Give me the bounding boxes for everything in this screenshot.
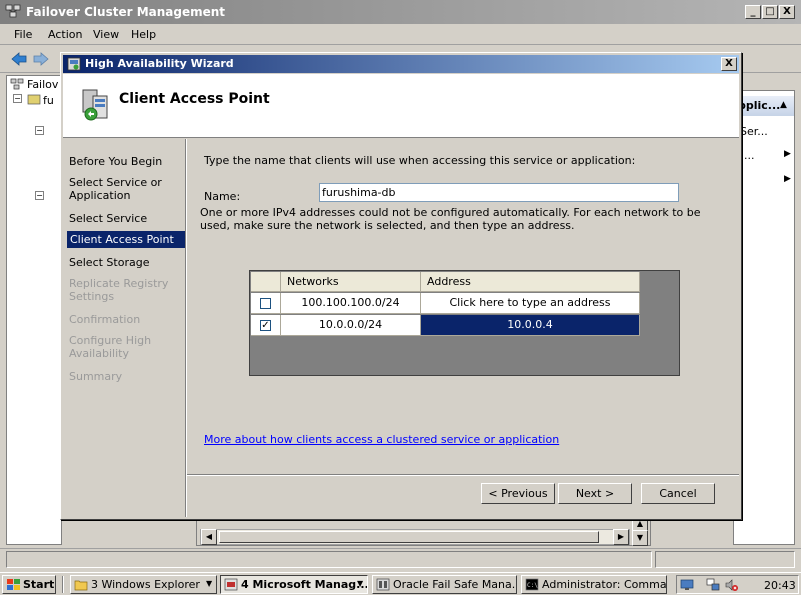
start-button[interactable]: Start bbox=[2, 575, 56, 594]
ipv4-note: One or more IPv4 addresses could not be … bbox=[200, 206, 701, 232]
scrollbar-thumb[interactable] bbox=[219, 531, 599, 543]
task-windows-explorer[interactable]: 3 Windows Explorer ▼ bbox=[70, 575, 217, 594]
start-label: Start bbox=[23, 578, 55, 591]
step-select-service-or-application[interactable]: Select Service or Application bbox=[69, 176, 181, 202]
cluster-node-icon bbox=[27, 94, 41, 105]
main-window-title: Failover Cluster Management bbox=[26, 5, 226, 19]
name-instruction: Type the name that clients will use when… bbox=[204, 154, 636, 167]
chevron-down-icon: ▼ bbox=[357, 579, 364, 588]
taskbar: Start 3 Windows Explorer ▼ 4 Microsoft M… bbox=[0, 572, 801, 595]
status-cell bbox=[6, 551, 652, 568]
system-tray: 20:43 bbox=[676, 575, 799, 594]
networks-table[interactable]: Networks Address 100.100.100.0/24 Click … bbox=[249, 270, 680, 376]
step-replicate-registry-settings: Replicate Registry Settings bbox=[69, 277, 169, 303]
wizard-title-bar[interactable]: High Availability Wizard X bbox=[63, 55, 739, 73]
more-info-link[interactable]: More about how clients access a clustere… bbox=[204, 433, 559, 446]
windows-logo-icon bbox=[7, 579, 20, 590]
table-header-networks[interactable]: Networks bbox=[281, 272, 421, 292]
cluster-tree-icon bbox=[10, 78, 24, 90]
menu-action[interactable]: Action bbox=[48, 28, 82, 41]
table-cell-address[interactable]: 10.0.0.4 bbox=[421, 315, 640, 336]
command-prompt-icon: C:\ bbox=[525, 578, 539, 591]
cluster-app-icon bbox=[5, 4, 21, 18]
status-bar bbox=[0, 548, 801, 570]
taskbar-divider bbox=[62, 576, 64, 593]
monitor-icon[interactable] bbox=[680, 578, 694, 592]
tree-collapse-icon[interactable]: − bbox=[35, 126, 44, 135]
task-label: Administrator: Comma... bbox=[542, 578, 667, 591]
horizontal-scrollbar[interactable]: ◀ ▶ bbox=[200, 529, 630, 545]
button-divider bbox=[187, 475, 739, 476]
wizard-title-icon bbox=[67, 57, 81, 71]
next-button[interactable]: Next > bbox=[558, 483, 632, 504]
volume-muted-icon[interactable] bbox=[724, 578, 738, 592]
task-label: 4 Microsoft Manag... bbox=[241, 578, 368, 591]
scroll-left-icon[interactable]: ◀ bbox=[201, 529, 217, 545]
status-cell bbox=[655, 551, 795, 568]
maximize-button[interactable]: □ bbox=[762, 5, 778, 19]
minimize-button[interactable]: _ bbox=[745, 5, 761, 19]
wizard-dialog: High Availability Wizard X Client Access… bbox=[60, 52, 742, 520]
cancel-button[interactable]: Cancel bbox=[641, 483, 715, 504]
tree-item-cluster[interactable]: fu bbox=[43, 94, 54, 107]
tree-collapse-icon[interactable]: − bbox=[35, 191, 44, 200]
name-label: Name: bbox=[204, 190, 241, 203]
network-checkbox[interactable] bbox=[260, 298, 271, 309]
table-header-address[interactable]: Address bbox=[421, 272, 640, 292]
menu-bar: File Action View Help bbox=[0, 24, 801, 45]
step-select-storage[interactable]: Select Storage bbox=[69, 256, 181, 269]
previous-button[interactable]: < Previous bbox=[481, 483, 555, 504]
folder-icon bbox=[74, 580, 88, 591]
step-configure-high-availability: Configure High Availability bbox=[69, 334, 152, 360]
clock[interactable]: 20:43 bbox=[764, 579, 796, 592]
submenu-arrow-icon: ▶ bbox=[784, 149, 791, 159]
step-confirmation: Confirmation bbox=[69, 313, 141, 326]
task-oracle-fail-safe[interactable]: Oracle Fail Safe Mana... bbox=[372, 575, 517, 594]
menu-view[interactable]: View bbox=[93, 28, 119, 41]
actions-collapse-icon[interactable]: ▲ bbox=[780, 100, 787, 110]
table-cell-network[interactable]: 10.0.0.0/24 bbox=[281, 315, 421, 336]
close-button[interactable]: X bbox=[779, 5, 795, 19]
step-before-you-begin[interactable]: Before You Begin bbox=[69, 155, 181, 168]
chevron-down-icon: ▼ bbox=[206, 579, 213, 588]
menu-help[interactable]: Help bbox=[131, 28, 156, 41]
task-microsoft-management[interactable]: 4 Microsoft Manag... ▼ bbox=[220, 575, 368, 594]
tree-item-root[interactable]: Failov bbox=[27, 78, 58, 91]
network-icon[interactable] bbox=[706, 578, 720, 592]
actions-item[interactable]: ... bbox=[744, 149, 755, 162]
menu-file[interactable]: File bbox=[14, 28, 32, 41]
main-title-bar[interactable]: Failover Cluster Management _ □ X bbox=[0, 0, 801, 24]
wizard-header: Client Access Point bbox=[63, 74, 739, 138]
actions-item[interactable]: Ser... bbox=[740, 125, 768, 138]
table-row-check[interactable] bbox=[251, 293, 281, 314]
wizard-steps: Before You Begin Select Service or Appli… bbox=[63, 139, 185, 517]
wizard-title: High Availability Wizard bbox=[85, 57, 234, 70]
scroll-right-icon[interactable]: ▶ bbox=[613, 529, 629, 545]
forward-arrow-icon[interactable] bbox=[32, 50, 50, 68]
mmc-icon bbox=[224, 578, 238, 591]
oracle-fail-safe-icon bbox=[376, 578, 390, 591]
table-row-check[interactable]: ✓ bbox=[251, 315, 281, 336]
table-cell-address[interactable]: Click here to type an address bbox=[421, 293, 640, 314]
step-select-service[interactable]: Select Service bbox=[69, 212, 181, 225]
table-header-check bbox=[251, 272, 281, 292]
task-administrator-command[interactable]: C:\ Administrator: Comma... bbox=[521, 575, 667, 594]
network-checkbox[interactable]: ✓ bbox=[260, 320, 271, 331]
table-cell-network[interactable]: 100.100.100.0/24 bbox=[281, 293, 421, 314]
client-access-point-icon bbox=[82, 89, 108, 121]
wizard-close-button[interactable]: X bbox=[721, 57, 737, 71]
name-input[interactable]: furushima-db bbox=[319, 183, 679, 202]
submenu-arrow-icon: ▶ bbox=[784, 174, 791, 184]
step-summary: Summary bbox=[69, 370, 123, 383]
task-label: 3 Windows Explorer bbox=[91, 578, 200, 591]
console-tree[interactable]: Failov − fu − − bbox=[6, 75, 62, 545]
svg-text:C:\: C:\ bbox=[527, 582, 538, 589]
task-label: Oracle Fail Safe Mana... bbox=[393, 578, 517, 591]
tree-collapse-icon[interactable]: − bbox=[13, 94, 22, 103]
back-arrow-icon[interactable] bbox=[10, 50, 28, 68]
wizard-page-title: Client Access Point bbox=[119, 91, 270, 107]
step-client-access-point[interactable]: Client Access Point bbox=[67, 231, 185, 248]
scroll-down-icon[interactable]: ▼ bbox=[632, 530, 648, 546]
